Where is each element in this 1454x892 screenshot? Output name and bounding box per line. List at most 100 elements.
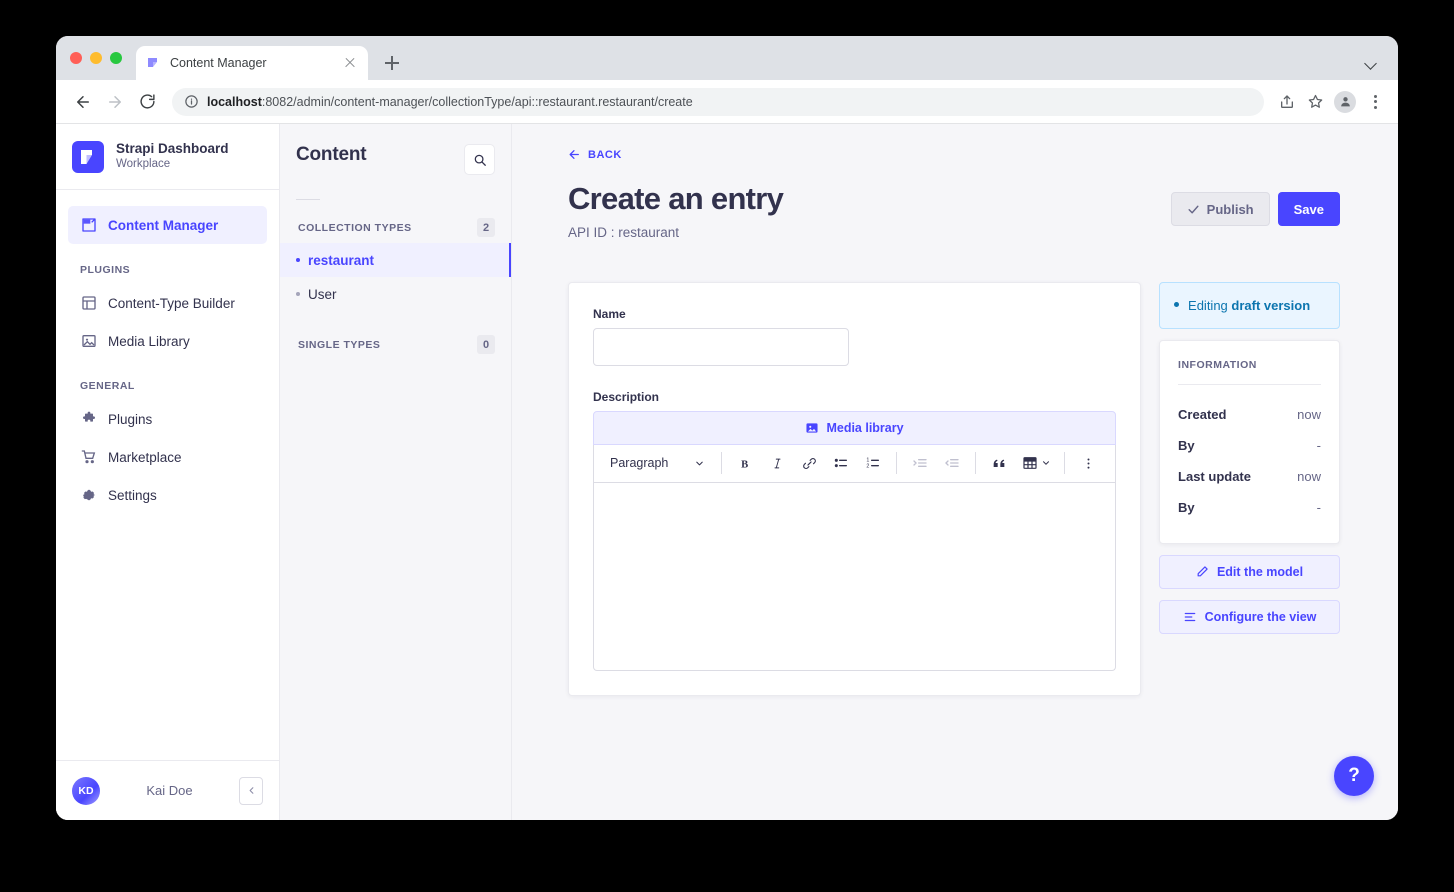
help-button[interactable]: ? — [1334, 756, 1374, 796]
svg-text:1: 1 — [867, 458, 870, 464]
brand-header[interactable]: Strapi Dashboard Workplace — [56, 124, 279, 190]
strapi-logo-icon — [72, 141, 104, 173]
italic-icon[interactable] — [762, 449, 792, 477]
brand-title: Strapi Dashboard — [116, 141, 229, 158]
name-input[interactable] — [593, 328, 849, 366]
svg-text:B: B — [741, 459, 748, 470]
chevron-down-icon — [1041, 458, 1051, 468]
back-button[interactable]: BACK — [568, 148, 622, 161]
info-key: By — [1178, 500, 1195, 515]
configure-view-label: Configure the view — [1205, 610, 1317, 624]
address-bar[interactable]: localhost:8082/admin/content-manager/col… — [172, 88, 1264, 116]
block-type-select[interactable]: Paragraph — [600, 449, 713, 477]
sidebar-item-marketplace[interactable]: Marketplace — [68, 438, 267, 476]
bookmark-star-icon[interactable] — [1302, 89, 1328, 115]
share-icon[interactable] — [1274, 89, 1300, 115]
numbered-list-icon[interactable]: 12 — [858, 449, 888, 477]
window-traffic-lights — [70, 36, 136, 80]
browser-tab[interactable]: Content Manager — [136, 46, 368, 80]
sidebar-item-plugins[interactable]: Plugins — [68, 400, 267, 438]
kebab-menu-icon[interactable] — [1364, 91, 1386, 113]
divider — [296, 199, 320, 200]
divider — [975, 452, 976, 474]
browser-tabstrip: Content Manager — [56, 36, 1398, 80]
status-badge: Editing draft version — [1188, 296, 1310, 315]
edit-the-model-button[interactable]: Edit the model — [1159, 555, 1340, 589]
back-arrow-icon[interactable] — [68, 87, 98, 117]
content-type-item-restaurant[interactable]: restaurant — [280, 243, 511, 277]
sidebar-item-label: Content Manager — [108, 218, 218, 233]
info-key: By — [1178, 438, 1195, 453]
tab-title: Content Manager — [170, 56, 333, 70]
search-icon[interactable] — [464, 144, 495, 175]
info-value: now — [1297, 407, 1321, 422]
gear-icon — [80, 487, 97, 504]
avatar[interactable]: KD — [72, 777, 100, 805]
info-row-updated-by: By - — [1178, 492, 1321, 523]
chevron-left-icon[interactable] — [239, 777, 263, 805]
info-key: Last update — [1178, 469, 1251, 484]
field-name: Name — [593, 307, 1116, 366]
browser-toolbar: localhost:8082/admin/content-manager/col… — [56, 80, 1398, 124]
bulleted-list-icon[interactable] — [826, 449, 856, 477]
block-type-value: Paragraph — [610, 456, 668, 470]
sidebar-item-content-type-builder[interactable]: Content-Type Builder — [68, 284, 267, 322]
list-item-label: restaurant — [308, 253, 374, 268]
save-button[interactable]: Save — [1278, 192, 1340, 226]
svg-text:2: 2 — [867, 464, 870, 470]
sidebar-item-settings[interactable]: Settings — [68, 476, 267, 514]
sidebar-item-content-manager[interactable]: Content Manager — [68, 206, 267, 244]
close-icon[interactable] — [342, 55, 358, 71]
content-panel-title: Content — [296, 144, 366, 166]
pencil-icon — [1196, 565, 1209, 578]
sidebar-section-plugins: PLUGINS — [68, 244, 267, 284]
strapi-app: Strapi Dashboard Workplace Content Manag… — [56, 124, 1398, 820]
information-card: INFORMATION Created now By - L — [1159, 340, 1340, 544]
media-library-button[interactable]: Media library — [593, 411, 1116, 445]
table-icon[interactable] — [1016, 449, 1056, 477]
rich-text-editor-body[interactable] — [593, 483, 1116, 671]
minimize-window-button[interactable] — [90, 52, 102, 64]
image-icon — [805, 421, 819, 435]
site-info-icon[interactable] — [184, 94, 199, 109]
info-key: Created — [1178, 407, 1226, 422]
divider — [1178, 384, 1321, 385]
sidebar-item-media-library[interactable]: Media Library — [68, 322, 267, 360]
arrow-left-icon — [568, 148, 581, 161]
content-row: Name Description Media library — [568, 282, 1340, 696]
spacer — [296, 311, 495, 335]
layout-icon — [80, 295, 97, 312]
main-inner: BACK Create an entry API ID : restaurant… — [512, 124, 1398, 696]
content-type-item-user[interactable]: User — [280, 277, 511, 311]
blockquote-icon[interactable] — [984, 449, 1014, 477]
main-content: BACK Create an entry API ID : restaurant… — [512, 124, 1398, 820]
draft-strong: draft version — [1231, 298, 1310, 313]
browser-window: Content Manager localhost:8082/admin/con… — [56, 36, 1398, 820]
edit-model-label: Edit the model — [1217, 565, 1303, 579]
content-panel-header: Content — [296, 144, 495, 175]
profile-avatar-icon[interactable] — [1334, 91, 1356, 113]
reload-icon[interactable] — [132, 87, 162, 117]
configure-the-view-button[interactable]: Configure the view — [1159, 600, 1340, 634]
divider — [896, 452, 897, 474]
content-types-panel: Content COLLECTION TYPES 2 restaurant Us… — [280, 124, 512, 820]
chevron-down-icon[interactable] — [1364, 56, 1378, 70]
strapi-favicon — [146, 56, 161, 71]
draft-prefix: Editing — [1188, 298, 1231, 313]
bold-icon[interactable]: B — [730, 449, 760, 477]
publish-label: Publish — [1207, 202, 1254, 217]
url-path: :8082/admin/content-manager/collectionTy… — [262, 95, 693, 109]
close-window-button[interactable] — [70, 52, 82, 64]
info-row-created-by: By - — [1178, 430, 1321, 461]
more-options-icon[interactable] — [1073, 449, 1103, 477]
sidebar-section-general: GENERAL — [68, 360, 267, 400]
sidebar-item-label: Settings — [108, 488, 157, 503]
group-count-badge: 0 — [477, 335, 495, 354]
divider — [1064, 452, 1065, 474]
new-tab-plus-icon[interactable] — [378, 49, 406, 77]
link-icon[interactable] — [794, 449, 824, 477]
field-label: Description — [593, 390, 1116, 404]
publish-button[interactable]: Publish — [1171, 192, 1270, 226]
forward-arrow-icon — [100, 87, 130, 117]
maximize-window-button[interactable] — [110, 52, 122, 64]
